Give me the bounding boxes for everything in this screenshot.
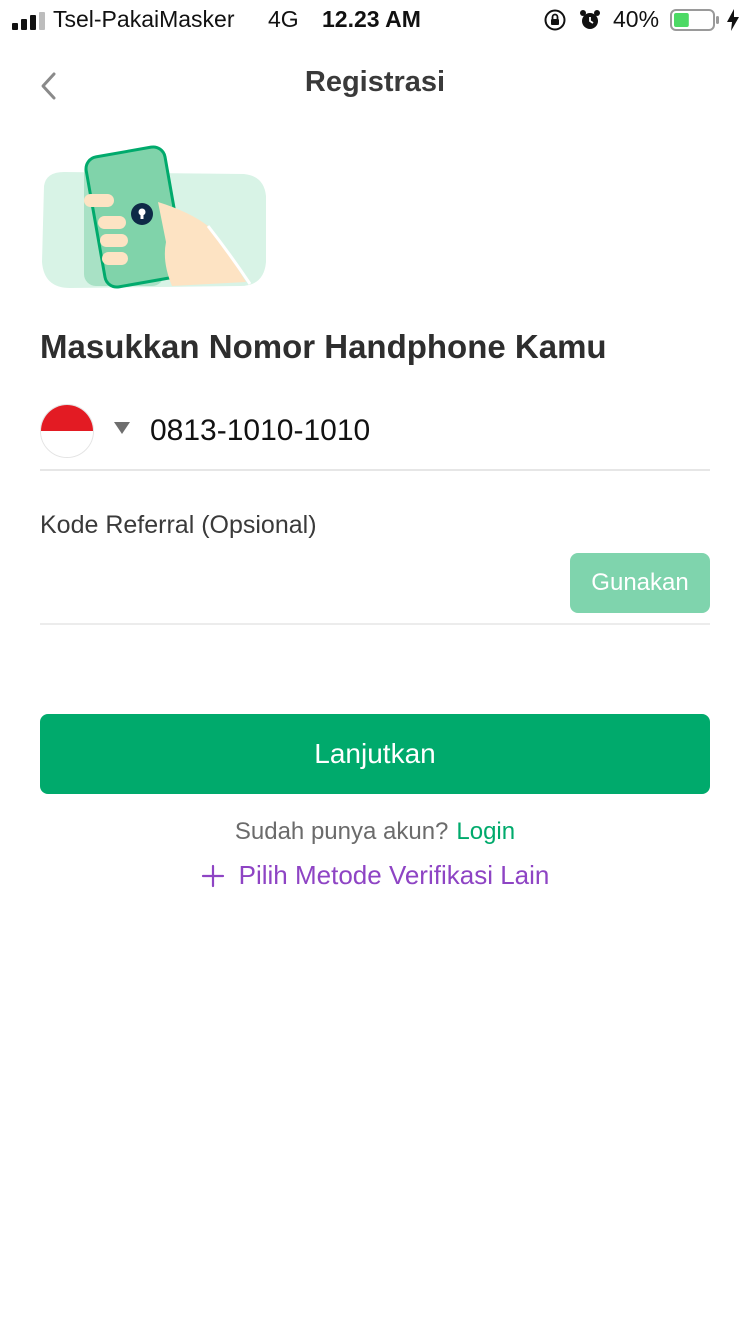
signal-strength-icon <box>12 12 45 30</box>
alt-verification-label: Pilih Metode Verifikasi Lain <box>238 860 550 890</box>
carrier-name: Tsel-PakaiMasker <box>53 6 235 32</box>
alt-verification-link[interactable]: Pilih Metode Verifikasi Lain <box>0 860 750 891</box>
phone-input-underline <box>40 469 710 471</box>
rotation-lock-icon <box>544 9 566 31</box>
phone-heading: Masukkan Nomor Handphone Kamu <box>40 328 607 365</box>
alarm-icon <box>580 10 600 29</box>
login-link[interactable]: Login <box>456 818 515 845</box>
network-type: 4G <box>268 6 299 32</box>
referral-code-input[interactable] <box>40 556 560 610</box>
referral-label: Kode Referral (Opsional) <box>40 511 317 539</box>
referral-input-underline <box>40 623 710 625</box>
status-bar: Tsel-PakaiMasker 4G 12.23 AM 40% <box>0 0 750 40</box>
page-title: Registrasi <box>304 66 446 98</box>
login-prompt: Sudah punya akun? <box>234 818 449 845</box>
clock: 12.23 AM <box>322 6 421 32</box>
chevron-down-icon[interactable] <box>113 421 131 435</box>
login-row: Sudah punya akun? Login <box>0 818 750 846</box>
continue-button[interactable]: Lanjutkan <box>40 714 710 794</box>
phone-number-input[interactable] <box>150 406 706 456</box>
battery-icon <box>670 9 719 31</box>
flag-indonesia-icon[interactable] <box>40 404 94 458</box>
use-referral-button[interactable]: Gunakan <box>570 553 710 613</box>
plus-icon <box>201 864 224 887</box>
charging-bolt-icon <box>727 9 739 31</box>
phone-lock-illustration <box>42 145 266 289</box>
battery-percent: 40% <box>613 6 660 32</box>
